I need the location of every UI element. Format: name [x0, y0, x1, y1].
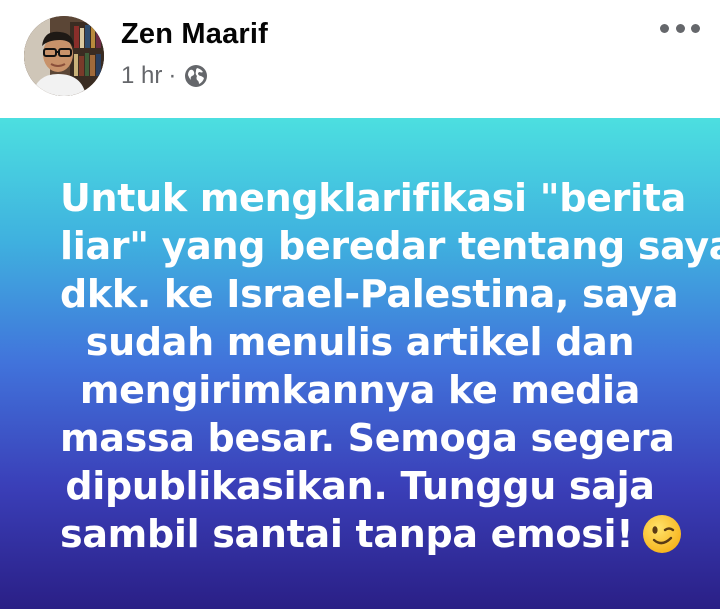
text-background-card: Untuk mengklarifikasi "berita liar" yang… — [0, 118, 720, 609]
post-body-line: Untuk mengklarifikasi "berita — [60, 175, 686, 220]
post-meta: 1 hr · — [121, 62, 208, 90]
more-dot-icon — [675, 23, 685, 33]
globe-icon[interactable] — [184, 64, 208, 88]
winking-face-emoji-icon — [641, 513, 683, 555]
post-body-line: mengirimkannya ke media — [79, 367, 641, 412]
post-body-line: massa besar. Semoga segera — [60, 415, 675, 460]
post-body-line: dkk. ke Israel-Palestina, saya — [60, 271, 679, 316]
post-body-line: sambil santai tanpa emosi! — [60, 511, 634, 556]
author-name[interactable]: Zen Maarif — [121, 18, 268, 51]
facebook-post: Zen Maarif 1 hr · Untuk mengklarifikasi … — [0, 0, 720, 609]
post-header: Zen Maarif 1 hr · — [0, 0, 720, 118]
post-body-line: sudah menulis artikel dan — [85, 319, 635, 364]
post-body-line: dipublikasikan. Tunggu saja — [65, 463, 655, 508]
more-options-button[interactable] — [660, 18, 700, 38]
meta-separator: · — [168, 62, 177, 89]
post-body: Untuk mengklarifikasi "berita liar" yang… — [60, 174, 720, 558]
more-dot-icon — [660, 23, 669, 33]
avatar[interactable] — [24, 16, 104, 96]
more-dot-icon — [691, 23, 700, 33]
post-timestamp[interactable]: 1 hr — [121, 62, 162, 90]
post-body-line: liar" yang beredar tentang saya — [60, 223, 720, 268]
post-body-last-line: sambil santai tanpa emosi! — [60, 510, 682, 558]
